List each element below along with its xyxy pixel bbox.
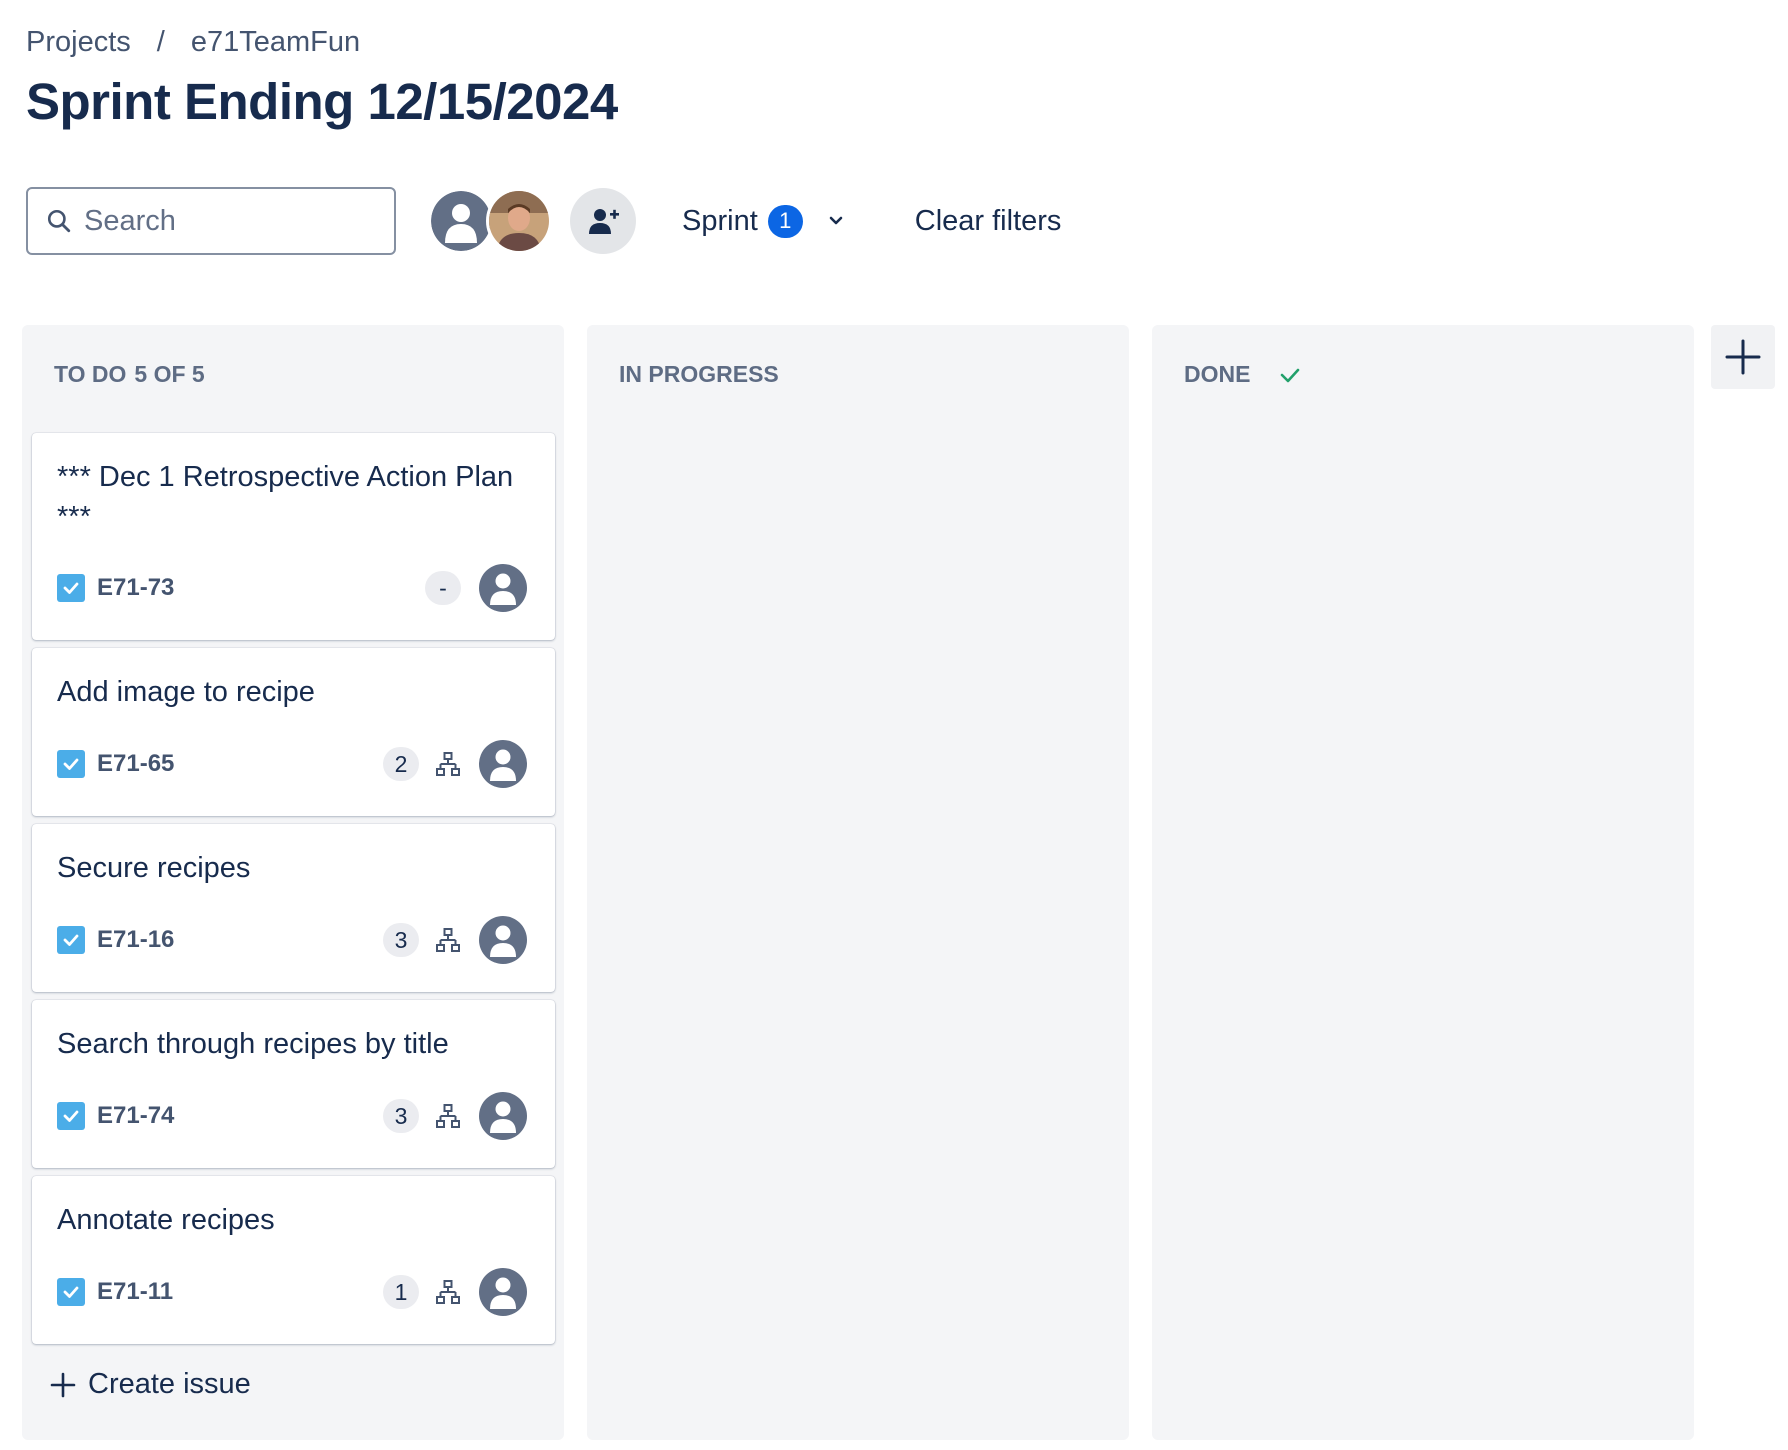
create-issue-button[interactable]: Create issue	[50, 1368, 251, 1401]
assignee-avatar-icon[interactable]	[479, 740, 527, 788]
sprint-filter-label: Sprint	[682, 204, 758, 237]
column-in-progress: IN PROGRESS	[587, 325, 1129, 1440]
page-title: Sprint Ending 12/15/2024	[26, 73, 618, 130]
issue-key[interactable]: E71-73	[97, 574, 174, 602]
task-checkbox-icon	[57, 926, 85, 954]
create-issue-label: Create issue	[88, 1368, 251, 1400]
task-checkbox-icon	[57, 1102, 85, 1130]
sprint-filter-count-badge: 1	[767, 204, 803, 238]
issue-card[interactable]: Secure recipes E71-16 3	[32, 824, 555, 992]
child-issues-icon[interactable]	[435, 927, 461, 953]
card-title: Search through recipes by title	[57, 1028, 449, 1060]
card-title: *** Dec 1 Retrospective Action Plan ***	[57, 461, 514, 533]
card-list: *** Dec 1 Retrospective Action Plan *** …	[32, 433, 555, 1352]
column-todo: TO DO 5 OF 5 *** Dec 1 Retrospective Act…	[22, 325, 564, 1440]
assignee-avatar-icon[interactable]	[479, 564, 527, 612]
breadcrumb: Projects / e71TeamFun	[26, 26, 360, 59]
search-box[interactable]	[26, 187, 396, 255]
card-footer: E71-11 1	[57, 1268, 527, 1316]
user-avatar-icon[interactable]	[428, 188, 494, 254]
issue-card[interactable]: *** Dec 1 Retrospective Action Plan *** …	[32, 433, 555, 640]
story-points-badge: 1	[383, 1275, 419, 1309]
avatar-filter-group	[428, 188, 552, 254]
task-checkbox-icon	[57, 750, 85, 778]
issue-key[interactable]: E71-74	[97, 1102, 174, 1130]
story-points-badge: 3	[383, 1099, 419, 1133]
story-points-badge: 3	[383, 923, 419, 957]
search-input[interactable]	[84, 204, 374, 238]
assignee-avatar-icon[interactable]	[479, 1268, 527, 1316]
column-title: IN PROGRESS	[619, 361, 779, 387]
card-title: Secure recipes	[57, 852, 251, 884]
issue-card[interactable]: Add image to recipe E71-65 2	[32, 648, 555, 816]
story-points-badge: -	[425, 571, 461, 605]
card-title: Annotate recipes	[57, 1204, 275, 1236]
chevron-down-icon	[829, 216, 843, 225]
card-footer: E71-65 2	[57, 740, 527, 788]
column-header-done: DONE	[1184, 361, 1302, 388]
plus-icon	[1725, 339, 1761, 375]
child-issues-icon[interactable]	[435, 1279, 461, 1305]
add-people-button[interactable]	[570, 188, 636, 254]
task-checkbox-icon	[57, 574, 85, 602]
plus-icon	[50, 1372, 76, 1397]
breadcrumb-project-link[interactable]: e71TeamFun	[191, 26, 360, 59]
assignee-avatar-icon[interactable]	[479, 1092, 527, 1140]
column-issue-count: 5 OF 5	[134, 361, 205, 387]
issue-key[interactable]: E71-65	[97, 750, 174, 778]
column-done: DONE	[1152, 325, 1694, 1440]
issue-key[interactable]: E71-11	[97, 1278, 173, 1306]
issue-card[interactable]: Search through recipes by title E71-74 3	[32, 1000, 555, 1168]
story-points-badge: 2	[383, 747, 419, 781]
assignee-avatar-icon[interactable]	[479, 916, 527, 964]
board-toolbar: Sprint 1 Clear filters	[26, 186, 1061, 256]
column-title: TO DO	[54, 361, 127, 387]
sprint-filter-dropdown[interactable]: Sprint 1	[682, 204, 845, 238]
column-header-in-progress: IN PROGRESS	[619, 361, 779, 388]
issue-card[interactable]: Annotate recipes E71-11 1	[32, 1176, 555, 1344]
breadcrumb-projects-link[interactable]: Projects	[26, 26, 131, 59]
clear-filters-button[interactable]: Clear filters	[915, 205, 1062, 238]
add-people-icon	[589, 209, 619, 234]
task-checkbox-icon	[57, 1278, 85, 1306]
card-footer: E71-74 3	[57, 1092, 527, 1140]
child-issues-icon[interactable]	[435, 751, 461, 777]
check-icon	[1281, 368, 1300, 382]
card-title: Add image to recipe	[57, 676, 315, 708]
child-issues-icon[interactable]	[435, 1103, 461, 1129]
issue-key[interactable]: E71-16	[97, 926, 174, 954]
card-footer: E71-73 -	[57, 564, 527, 612]
add-column-button[interactable]	[1711, 325, 1775, 389]
column-title: DONE	[1184, 361, 1251, 387]
user-photo-avatar[interactable]	[486, 188, 552, 254]
search-icon	[47, 209, 71, 233]
card-footer: E71-16 3	[57, 916, 527, 964]
column-header-todo: TO DO 5 OF 5	[54, 361, 205, 388]
breadcrumb-separator: /	[156, 26, 165, 58]
